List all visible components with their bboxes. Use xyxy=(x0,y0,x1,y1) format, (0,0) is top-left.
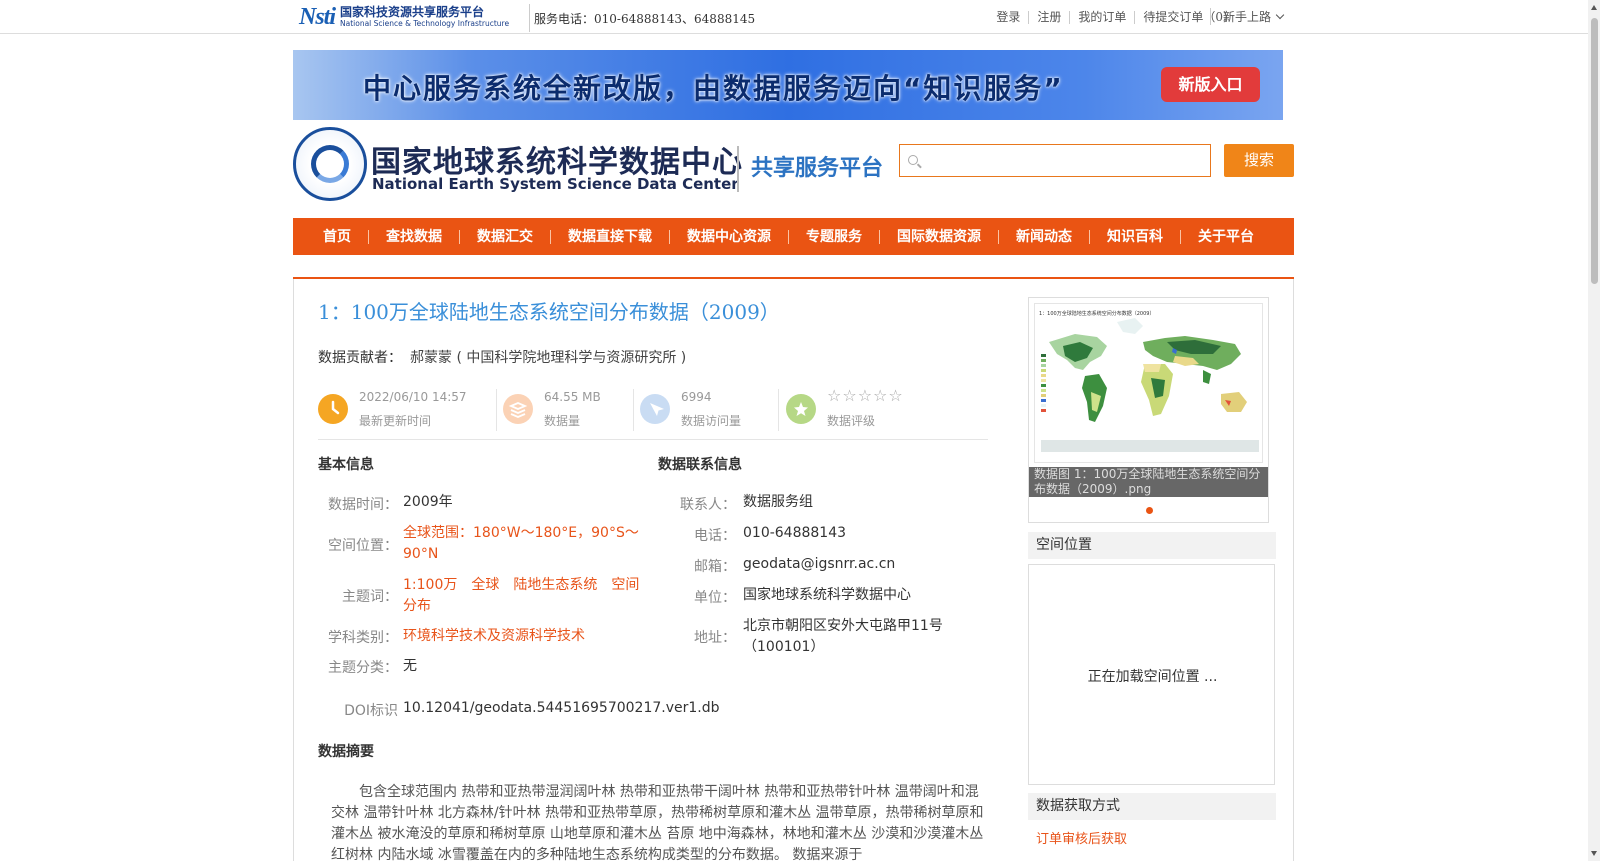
nav-encyclopedia[interactable]: 知识百科 xyxy=(1089,229,1180,244)
globe-icon xyxy=(311,145,349,183)
dataset-stats: 2022/06/10 14:57 最新更新时间 64.55 MB 数据量 699… xyxy=(318,386,988,440)
announcement-banner[interactable]: 中心服务系统全新改版，由数据服务迈向“知识服务” 新版入口 xyxy=(293,50,1283,120)
nav-about[interactable]: 关于平台 xyxy=(1180,229,1271,244)
main-nav: 首页 查找数据 数据汇交 数据直接下载 数据中心资源 专题服务 国际数据资源 新… xyxy=(293,218,1294,255)
contact-email-value[interactable]: geodata@igsnrr.ac.cn xyxy=(743,554,983,575)
contact-info-heading: 数据联系信息 xyxy=(658,457,742,473)
updated-label: 最新更新时间 xyxy=(359,414,432,428)
visits-label: 数据访问量 xyxy=(681,414,742,428)
nav-international-resources[interactable]: 国际数据资源 xyxy=(879,229,998,244)
scroll-down-icon[interactable] xyxy=(1591,851,1597,856)
nav-find-data[interactable]: 查找数据 xyxy=(368,229,459,244)
scrollbar[interactable] xyxy=(1588,0,1600,861)
login-link[interactable]: 登录 xyxy=(988,11,1028,24)
contributor-value[interactable]: 郝蒙蒙 ( 中国科学院地理科学与资源研究所 ) xyxy=(410,350,686,366)
visits-value: 6994 xyxy=(681,390,712,404)
acquire-link[interactable]: 订单审核后获取 xyxy=(1036,828,1127,847)
contact-org-label: 单位： xyxy=(694,590,736,606)
nav-direct-download[interactable]: 数据直接下载 xyxy=(550,229,669,244)
guide-label: 新手上路 xyxy=(1223,10,1272,24)
center-name-en: National Earth System Science Data Cente… xyxy=(372,175,739,193)
discipline-value[interactable]: 环境科学技术及资源科学技术 xyxy=(403,626,643,647)
map-title: 1：100万全球陆地生态系统空间分布数据（2009） xyxy=(1039,311,1155,317)
abstract-heading: 数据摘要 xyxy=(318,744,374,760)
abstract-text: 包含全球范围内 热带和亚热带湿润阔叶林 热带和亚热带干阔叶林 热带和亚热带针叶林… xyxy=(331,784,984,861)
guide-dropdown[interactable]: 新手上路 xyxy=(1210,8,1285,25)
star-icon xyxy=(786,394,816,424)
doi-label: DOI标识 xyxy=(344,703,398,719)
nsti-logo[interactable]: Nsti 国家科技资源共享服务平台 National Science & Tec… xyxy=(299,2,521,32)
contact-phone-value: 010-64888143 xyxy=(743,525,847,541)
header-divider xyxy=(737,146,739,192)
spatial-map-panel[interactable]: 正在加载空间位置 ... xyxy=(1028,564,1275,785)
layers-icon xyxy=(503,394,533,424)
updated-value: 2022/06/10 14:57 xyxy=(359,390,467,404)
basic-info-heading: 基本信息 xyxy=(318,457,374,473)
top-bar: Nsti 国家科技资源共享服务平台 National Science & Tec… xyxy=(0,0,1588,34)
category-label: 主题分类： xyxy=(328,660,398,676)
thumbnail-carousel[interactable]: 1：100万全球陆地生态系统空间分布数据（2009） 数据图 1：100万全球陆… xyxy=(1028,297,1269,523)
spatial-value[interactable]: 全球范围：180°W～180°E，90°S～90°N xyxy=(403,523,643,565)
keywords-value[interactable]: 1:100万 全球 陆地生态系统 空间分布 xyxy=(403,575,643,617)
platform-name: 共享服务平台 xyxy=(751,156,884,181)
nsti-logo-cn: 国家科技资源共享服务平台 xyxy=(340,5,485,20)
rating-label: 数据评级 xyxy=(827,414,876,428)
register-link[interactable]: 注册 xyxy=(1028,11,1069,24)
my-orders-link[interactable]: 我的订单 xyxy=(1069,11,1134,24)
size-value: 64.55 MB xyxy=(544,390,601,404)
contact-phone-label: 电话： xyxy=(694,528,736,544)
center-logo-emblem[interactable] xyxy=(293,127,367,201)
acquire-heading: 数据获取方式 xyxy=(1028,793,1276,820)
contact-email-label: 邮箱： xyxy=(694,559,736,575)
nav-center-resources[interactable]: 数据中心资源 xyxy=(669,229,788,244)
nsti-logo-en: National Science & Technology Infrastruc… xyxy=(340,19,510,29)
clock-icon xyxy=(318,394,348,424)
data-time-value: 2009年 xyxy=(403,494,453,510)
dataset-title: 1：100万全球陆地生态系统空间分布数据（2009） xyxy=(318,300,780,324)
new-version-button[interactable]: 新版入口 xyxy=(1161,67,1260,102)
thumbnail-map-image[interactable]: 1：100万全球陆地生态系统空间分布数据（2009） xyxy=(1034,303,1263,463)
spatial-label: 空间位置： xyxy=(328,538,398,554)
scroll-thumb[interactable] xyxy=(1591,18,1598,284)
nav-data-submission[interactable]: 数据汇交 xyxy=(459,229,550,244)
contact-person-label: 联系人： xyxy=(680,497,736,513)
data-time-label: 数据时间： xyxy=(328,497,398,513)
scroll-up-icon[interactable] xyxy=(1591,5,1597,10)
stat-divider xyxy=(778,389,779,431)
chevron-down-icon xyxy=(1275,10,1285,20)
contact-person-value: 数据服务组 xyxy=(743,494,813,510)
nav-home[interactable]: 首页 xyxy=(306,230,368,244)
search-button[interactable]: 搜索 xyxy=(1224,144,1294,177)
spatial-loading-text: 正在加载空间位置 ... xyxy=(1087,669,1218,685)
search-icon xyxy=(908,155,918,165)
stat-divider xyxy=(633,389,634,431)
nav-news[interactable]: 新闻动态 xyxy=(998,229,1089,244)
doi-value[interactable]: 10.12041/geodata.54451695700217.ver1.db xyxy=(403,698,723,719)
contact-address-value: 北京市朝阳区安外大屯路甲11号（100101） xyxy=(743,618,943,655)
carousel-dot[interactable] xyxy=(1146,507,1153,514)
nav-thematic-services[interactable]: 专题服务 xyxy=(788,229,879,244)
search-input[interactable] xyxy=(926,145,1206,176)
service-phone: 服务电话：010-64888143、64888145 xyxy=(534,12,756,26)
category-value: 无 xyxy=(403,658,417,674)
stat-divider xyxy=(496,389,497,431)
contributor-label: 数据贡献者： xyxy=(318,350,402,366)
thumbnail-caption: 数据图 1：100万全球陆地生态系统空间分布数据（2009）.png xyxy=(1029,467,1268,497)
contact-address-label: 地址： xyxy=(694,630,736,646)
size-label: 数据量 xyxy=(544,414,581,428)
page: Nsti 国家科技资源共享服务平台 National Science & Tec… xyxy=(0,0,1600,861)
banner-text: 中心服务系统全新改版，由数据服务迈向“知识服务” xyxy=(363,72,1064,105)
rating-stars[interactable]: ☆☆☆☆☆ xyxy=(827,386,904,405)
keywords-label: 主题词： xyxy=(342,589,398,605)
visits-icon xyxy=(640,394,670,424)
search-box xyxy=(899,144,1211,177)
contributor-line: 数据贡献者： 郝蒙蒙 ( 中国科学院地理科学与资源研究所 ) xyxy=(318,347,686,367)
discipline-label: 学科类别： xyxy=(328,630,398,646)
divider xyxy=(529,4,530,32)
contact-org-value: 国家地球系统科学数据中心 xyxy=(743,587,911,603)
world-map-graphic xyxy=(1041,318,1259,452)
spatial-heading: 空间位置 xyxy=(1028,532,1276,559)
nsti-logo-mark: Nsti xyxy=(299,3,336,30)
top-links: 登录 注册 我的订单 待提交订单（0） xyxy=(988,11,1243,24)
